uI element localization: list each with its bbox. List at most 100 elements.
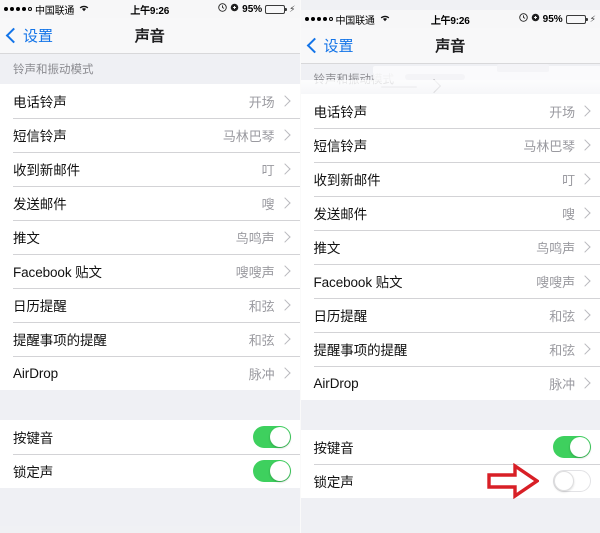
- settings-row-label: Facebook 贴文: [13, 265, 102, 280]
- status-bar: 中国联通 上午9:26 95% ⚡: [300, 10, 600, 28]
- settings-row-value: 鸟鸣声: [536, 240, 575, 256]
- chevron-right-icon: [278, 197, 291, 209]
- settings-row[interactable]: 电话铃声 开场: [300, 94, 600, 128]
- chevron-right-icon: [579, 241, 591, 253]
- chevron-left-icon: [306, 37, 322, 54]
- chevron-right-icon: [278, 265, 291, 277]
- settings-toggle-row[interactable]: 按键音: [300, 430, 600, 464]
- settings-row-label: 电话铃声: [13, 95, 67, 110]
- settings-row[interactable]: 推文 鸟鸣声: [300, 230, 600, 264]
- battery-icon: [565, 14, 588, 24]
- toggle-switch[interactable]: [553, 470, 591, 492]
- toggle-knob: [570, 437, 590, 457]
- settings-row-label: AirDrop: [13, 365, 59, 381]
- settings-row[interactable]: 日历提醒 和弦: [300, 298, 600, 332]
- chevron-right-icon: [426, 78, 441, 94]
- chevron-right-icon: [579, 207, 591, 219]
- toggle-list-right: 按键音 锁定声: [300, 430, 600, 498]
- toggle-knob: [269, 427, 290, 447]
- settings-row-label: 推文: [313, 241, 341, 256]
- settings-row-value: 和弦: [248, 298, 275, 314]
- settings-row[interactable]: 短信铃声 马林巴琴: [0, 118, 300, 152]
- settings-row-value: 和弦: [549, 342, 575, 358]
- settings-row-label: 提醒事项的提醒: [313, 343, 408, 358]
- section-gap: [300, 400, 600, 430]
- settings-row-value: 马林巴琴: [523, 138, 575, 154]
- comparison-screenshot: 中国联通 上午9:26 95% ⚡ 设置 声音 铃声和振动模式 电话铃声 开场 …: [0, 0, 600, 533]
- settings-row[interactable]: 电话铃声 开场: [0, 84, 300, 118]
- settings-row[interactable]: Facebook 贴文 嗖嗖声: [0, 254, 300, 288]
- toggle-list-left: 按键音锁定声: [0, 420, 300, 488]
- settings-row-label: 短信铃声: [313, 139, 368, 154]
- settings-row-value: 嗖嗖声: [536, 274, 575, 290]
- navigation-bar: 设置 声音: [0, 18, 300, 54]
- rotation-lock-icon: [531, 13, 540, 25]
- settings-row[interactable]: AirDrop 脉冲: [0, 356, 300, 390]
- battery-percent-label: 95%: [542, 13, 563, 25]
- settings-row[interactable]: 发送邮件 嗖: [300, 196, 600, 230]
- chevron-right-icon: [579, 377, 591, 389]
- chevron-right-icon: [278, 163, 291, 175]
- sound-settings-list: 电话铃声 开场 短信铃声 马林巴琴 收到新邮件 叮发送邮件 嗖推文 鸟鸣声 Facebook 贴…: [0, 84, 300, 390]
- chevron-right-icon: [278, 95, 291, 107]
- settings-row-value: 和弦: [549, 308, 575, 324]
- settings-row-value: 脉冲: [248, 366, 275, 382]
- chevron-right-icon: [579, 139, 591, 151]
- settings-row-value: 鸟鸣声: [235, 230, 275, 246]
- toggle-knob: [554, 471, 574, 491]
- chevron-right-icon: [579, 173, 591, 185]
- section-gap: [0, 390, 300, 420]
- back-button-label: 设置: [23, 28, 54, 45]
- settings-row[interactable]: 提醒事项的提醒 和弦: [0, 322, 300, 356]
- settings-row-label: 发送邮件: [13, 197, 67, 212]
- settings-toggle-row[interactable]: 按键音: [0, 420, 300, 454]
- section-header-ringtones: 铃声和振动模式: [300, 64, 600, 110]
- settings-row-value: 开场: [549, 104, 575, 120]
- settings-row[interactable]: AirDrop 脉冲: [300, 366, 600, 400]
- settings-row[interactable]: 收到新邮件 叮: [0, 152, 300, 186]
- settings-row-value: 和弦: [248, 332, 275, 348]
- settings-row-label: Facebook 贴文: [313, 275, 403, 290]
- alarm-clock-icon: [518, 13, 528, 25]
- settings-row-label: 按键音: [313, 441, 354, 456]
- phone-screen-before: 中国联通 上午9:26 95% ⚡ 设置 声音 铃声和振动模式 电话铃声 开场 …: [0, 0, 300, 533]
- settings-row[interactable]: 提醒事项的提醒 和弦: [300, 332, 600, 366]
- chevron-right-icon: [278, 333, 291, 345]
- settings-toggle-row[interactable]: 锁定声: [300, 464, 600, 498]
- settings-row-value: 嗖嗖声: [235, 264, 275, 280]
- back-button[interactable]: 设置: [306, 35, 354, 56]
- back-button[interactable]: 设置: [5, 25, 54, 46]
- section-header-label: 铃声和振动模式: [13, 64, 94, 76]
- settings-row-label: 日历提醒: [313, 309, 368, 324]
- settings-row-label: 按键音: [13, 431, 54, 446]
- settings-row-label: 发送邮件: [313, 207, 368, 222]
- settings-row[interactable]: 短信铃声 马林巴琴: [300, 128, 600, 162]
- settings-row[interactable]: 日历提醒 和弦: [0, 288, 300, 322]
- toggle-knob: [269, 461, 290, 481]
- settings-row-label: 短信铃声: [13, 129, 67, 144]
- settings-row-label: 电话铃声: [313, 105, 368, 120]
- alarm-clock-icon: [218, 3, 227, 15]
- settings-row-value: 脉冲: [549, 376, 575, 392]
- settings-row-label: 锁定声: [313, 475, 354, 490]
- lightning-bolt-icon: ⚡: [289, 3, 296, 14]
- settings-row-label: 推文: [13, 231, 40, 246]
- settings-row-label: 日历提醒: [13, 299, 67, 314]
- toggle-switch[interactable]: [553, 436, 591, 458]
- chevron-right-icon: [278, 129, 291, 141]
- settings-row-value: 嗖: [562, 206, 575, 222]
- toggle-switch[interactable]: [252, 426, 291, 448]
- settings-toggle-row[interactable]: 锁定声: [0, 454, 300, 488]
- status-bar-right: 95% ⚡: [518, 13, 596, 25]
- toggle-switch[interactable]: [252, 460, 291, 482]
- chevron-right-icon: [579, 105, 591, 117]
- status-bar: 中国联通 上午9:26 95% ⚡: [0, 0, 300, 18]
- settings-row[interactable]: 推文 鸟鸣声: [0, 220, 300, 254]
- settings-row-label: 收到新邮件: [13, 163, 80, 178]
- settings-row[interactable]: Facebook 贴文 嗖嗖声: [300, 264, 600, 298]
- settings-row[interactable]: 收到新邮件 叮: [300, 162, 600, 196]
- chevron-right-icon: [579, 343, 591, 355]
- settings-row-label: AirDrop: [313, 375, 359, 391]
- settings-row-value: 嗖: [261, 196, 275, 212]
- settings-row[interactable]: 发送邮件 嗖: [0, 186, 300, 220]
